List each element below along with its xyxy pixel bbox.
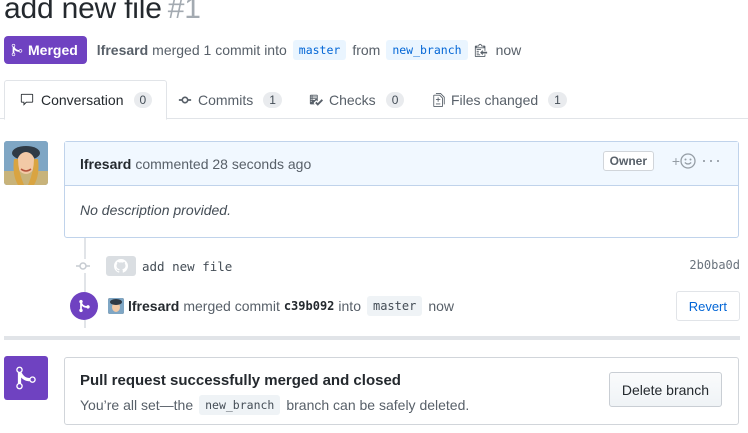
pr-author-link[interactable]: lfresard xyxy=(97,42,148,58)
pr-title: add new file xyxy=(4,0,162,25)
smiley-icon xyxy=(680,153,696,169)
from-text: from xyxy=(352,42,381,58)
state-label: Merged xyxy=(28,42,78,58)
reaction-plus: + xyxy=(671,153,680,169)
owner-badge: Owner xyxy=(602,151,654,171)
merged-sub-prefix: You’re all set—the xyxy=(80,397,194,413)
more-options-icon[interactable]: ··· xyxy=(701,150,722,171)
timeline-divider xyxy=(4,336,740,340)
tab-conversation[interactable]: Conversation 0 xyxy=(4,80,168,120)
pr-meta: Merged lfresard merged 1 commit into mas… xyxy=(4,36,521,64)
tab-label: Conversation xyxy=(41,92,124,108)
comment-header: lfresard commented 28 seconds ago Owner … xyxy=(65,142,738,186)
merged-sub-suffix: branch can be safely deleted. xyxy=(286,397,470,413)
pr-tabs: Conversation 0 Commits 1 Checks 0 Files … xyxy=(0,80,748,120)
delete-branch-button[interactable]: Delete branch xyxy=(608,372,722,407)
avatar[interactable] xyxy=(4,141,48,185)
git-merge-icon xyxy=(70,292,98,320)
merged-title: Pull request successfully merged and clo… xyxy=(80,372,401,389)
pr-number: #1 xyxy=(167,0,201,25)
merge-time: now xyxy=(428,298,455,314)
merge-target-branch[interactable]: master xyxy=(366,296,423,316)
tab-counter: 0 xyxy=(385,91,405,108)
commit-icon xyxy=(76,259,90,273)
github-avatar-icon xyxy=(106,256,136,276)
git-merge-icon xyxy=(16,366,36,390)
checklist-icon xyxy=(309,94,323,106)
tab-files-changed[interactable]: Files changed 1 xyxy=(433,80,567,119)
merge-action-text: merged commit xyxy=(183,298,280,314)
tab-counter: 1 xyxy=(263,91,282,108)
pr-time: now xyxy=(495,42,522,58)
clipboard-icon[interactable] xyxy=(474,43,488,57)
merge-commit-sha-link[interactable]: c39b092 xyxy=(284,299,335,313)
add-reaction-button[interactable]: + xyxy=(672,153,696,169)
comment-author-link[interactable]: lfresard xyxy=(80,156,131,172)
tab-label: Checks xyxy=(329,91,376,108)
tab-counter: 0 xyxy=(133,92,153,108)
tab-counter: 1 xyxy=(548,91,567,108)
head-branch-label[interactable]: new_branch xyxy=(386,40,468,60)
merge-summary-text: merged 1 commit into xyxy=(152,42,287,58)
commit-sha-link[interactable]: 2b0ba0d xyxy=(689,258,740,272)
revert-button[interactable]: Revert xyxy=(675,291,740,321)
comment-box: lfresard commented 28 seconds ago Owner … xyxy=(64,141,739,238)
git-merge-icon xyxy=(11,43,23,57)
comment-body: No description provided. xyxy=(80,202,231,218)
tab-label: Files changed xyxy=(451,91,539,108)
tab-checks[interactable]: Checks 0 xyxy=(309,80,405,119)
merged-subtitle: You’re all set—the new_branch branch can… xyxy=(80,395,469,415)
avatar[interactable] xyxy=(108,298,124,314)
deletable-branch-label: new_branch xyxy=(199,395,281,415)
merge-author-link[interactable]: lfresard xyxy=(128,298,179,314)
into-text: into xyxy=(338,298,361,314)
state-badge: Merged xyxy=(4,36,87,64)
page-title: add new file #1 xyxy=(4,0,201,26)
commit-event: add new file 2b0ba0d xyxy=(76,254,740,278)
merged-status-box: Pull request successfully merged and clo… xyxy=(64,357,739,425)
tab-commits[interactable]: Commits 1 xyxy=(178,80,282,119)
merge-event: lfresard merged commit c39b092 into mast… xyxy=(70,291,740,321)
comment-timestamp[interactable]: commented 28 seconds ago xyxy=(135,156,311,172)
commit-message-link[interactable]: add new file xyxy=(142,259,232,274)
file-diff-icon xyxy=(433,92,445,107)
tab-label: Commits xyxy=(198,91,254,108)
base-branch-label[interactable]: master xyxy=(292,40,347,60)
comment-icon xyxy=(20,93,34,106)
commit-icon xyxy=(178,96,192,103)
merged-status-icon xyxy=(4,356,48,400)
